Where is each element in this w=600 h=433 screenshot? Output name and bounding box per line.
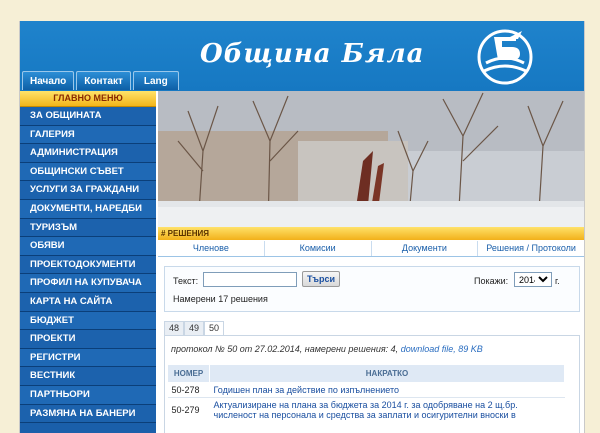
page-frame: Община Бяла Начало Контакт Lang ГЛАВНО М…	[19, 21, 585, 433]
row-number: 50-278	[167, 382, 210, 398]
column-header-summary: НАКРАТКО	[209, 364, 565, 383]
section-bar: # РЕШЕНИЯ	[158, 227, 584, 240]
decisions-table: НОМЕР НАКРАТКО 50-278 Годишен план за де…	[167, 364, 565, 422]
sidebar-item-5[interactable]: УСЛУГИ ЗА ГРАЖДАНИ	[20, 181, 156, 200]
sidebar: ГЛАВНО МЕНЮ ЗА ОБЩИНАТА ГАЛЕРИЯ АДМИНИСТРА…	[20, 91, 156, 433]
download-link[interactable]: download file, 89 KB	[401, 344, 483, 354]
sidebar-item-7[interactable]: ТУРИЗЪМ	[20, 218, 156, 238]
row-summary[interactable]: Годишен план за действие по изпълнението	[209, 382, 565, 398]
section-nav: Членове Комисии Документи Решения / Прот…	[158, 241, 584, 257]
protocol-tab-48[interactable]: 48	[164, 321, 185, 335]
header-photo	[158, 91, 584, 227]
year-select[interactable]: 2014	[514, 272, 552, 287]
main-content: # РЕШЕНИЯ Членове Комисии Документи Реше…	[158, 91, 584, 433]
row-number: 50-279	[167, 397, 210, 422]
search-label: Текст:	[173, 276, 199, 286]
tab-contact[interactable]: Контакт	[76, 71, 131, 90]
protocol-panel: протокол № 50 от 27.02.2014, намерени ре…	[164, 335, 580, 433]
sidebar-item-9[interactable]: ПРОЕКТОДОКУМЕНТИ	[20, 255, 156, 275]
sidebar-item-4[interactable]: ОБЩИНСКИ СЪВЕТ	[20, 162, 156, 182]
sidebar-item-16[interactable]: ПАРТНЬОРИ	[20, 385, 156, 405]
subnav-members[interactable]: Членове	[158, 241, 265, 256]
sidebar-item-15[interactable]: ВЕСТНИК	[20, 367, 156, 386]
sidebar-item-12[interactable]: БЮДЖЕТ	[20, 311, 156, 331]
search-button[interactable]: Търси	[302, 271, 340, 287]
tab-home[interactable]: Начало	[22, 71, 75, 90]
protocol-text: протокол № 50 от 27.02.2014, намерени ре…	[171, 344, 399, 354]
sidebar-item-14[interactable]: РЕГИСТРИ	[20, 348, 156, 368]
top-nav: Начало Контакт Lang	[22, 71, 179, 90]
main-menu: ЗА ОБЩИНАТА ГАЛЕРИЯ АДМИНИСТРАЦИЯ ОБЩИНСКИ …	[20, 107, 156, 424]
year-label: Покажи:	[474, 276, 509, 286]
results-count: Намерени 17 решения	[173, 294, 268, 304]
sidebar-item-11[interactable]: КАРТА НА САЙТА	[20, 292, 156, 312]
search-panel: Текст: Търси Намерени 17 решения Покажи:…	[164, 266, 580, 312]
row-summary[interactable]: Актуализиране на плана за бюджета за 201…	[209, 397, 565, 422]
protocol-info: протокол № 50 от 27.02.2014, намерени ре…	[171, 344, 483, 354]
subnav-commissions[interactable]: Комисии	[265, 241, 372, 256]
sidebar-item-2[interactable]: ГАЛЕРИЯ	[20, 125, 156, 145]
sidebar-item-8[interactable]: ОБЯВИ	[20, 237, 156, 256]
table-row[interactable]: 50-278 Годишен план за действие по изпъл…	[167, 382, 565, 398]
site-header: Община Бяла Начало Контакт Lang	[20, 21, 584, 91]
search-input[interactable]	[203, 272, 297, 287]
subnav-decisions[interactable]: Решения / Протоколи	[478, 241, 584, 256]
sidebar-item-1[interactable]: ЗА ОБЩИНАТА	[20, 107, 156, 126]
sidebar-item-13[interactable]: ПРОЕКТИ	[20, 330, 156, 349]
main-menu-heading: ГЛАВНО МЕНЮ	[20, 91, 156, 107]
year-suffix: г.	[555, 276, 560, 286]
column-header-number: НОМЕР	[167, 364, 210, 383]
protocol-tab-49[interactable]: 49	[184, 321, 205, 335]
protocol-tab-50[interactable]: 50	[204, 321, 225, 336]
sidebar-item-10[interactable]: ПРОФИЛ НА КУПУВАЧА	[20, 274, 156, 293]
municipality-logo-icon	[477, 29, 533, 85]
protocol-tabs: 48 49 50	[164, 321, 225, 336]
tab-lang[interactable]: Lang	[132, 71, 179, 90]
sidebar-item-17[interactable]: РАЗМЯНА НА БАНЕРИ	[20, 404, 156, 424]
table-row[interactable]: 50-279 Актуализиране на плана за бюджета…	[167, 397, 565, 422]
sidebar-item-6[interactable]: ДОКУМЕНТИ, НАРЕДБИ	[20, 199, 156, 219]
site-title: Община Бяла	[200, 39, 425, 69]
subnav-documents[interactable]: Документи	[372, 241, 479, 256]
sidebar-item-3[interactable]: АДМИНИСТРАЦИЯ	[20, 144, 156, 163]
